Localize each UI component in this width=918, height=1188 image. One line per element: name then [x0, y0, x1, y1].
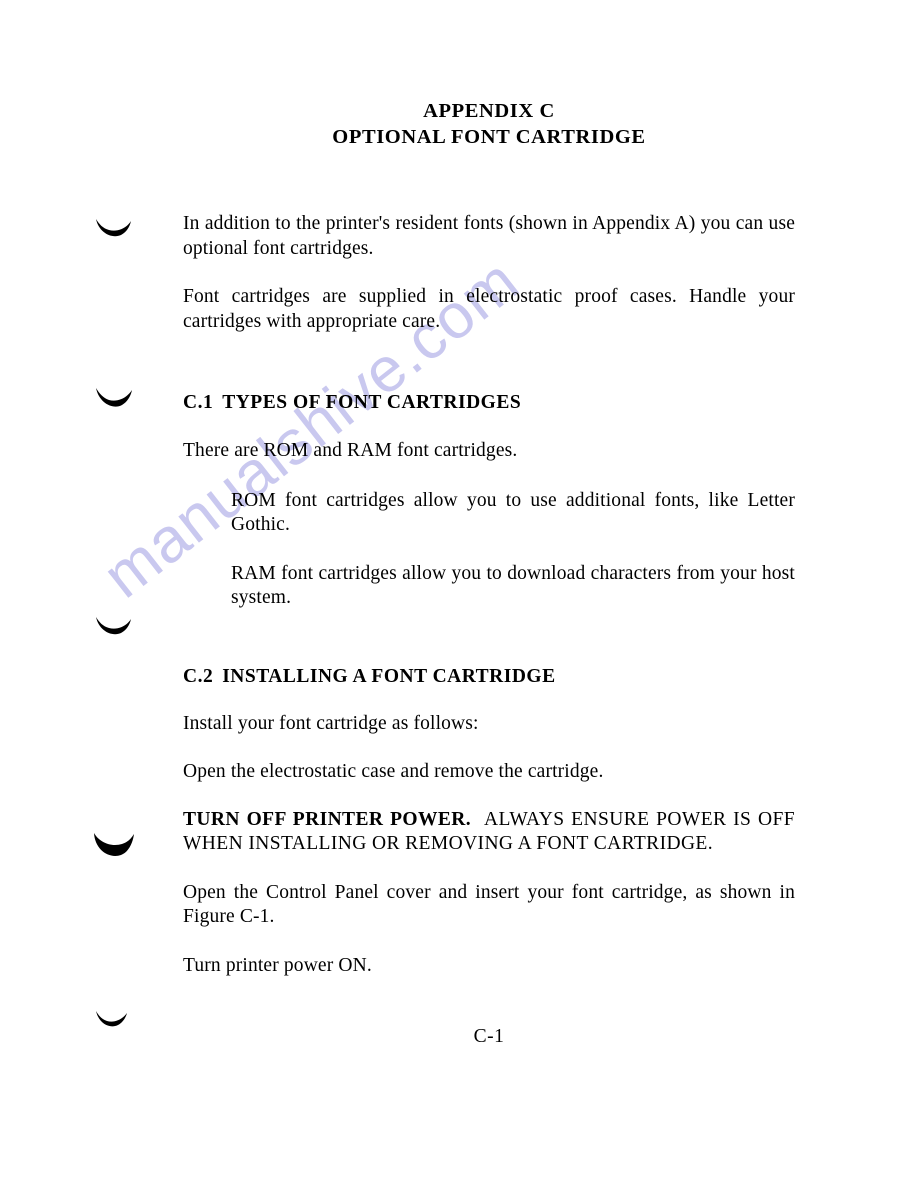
c2-paragraph-4: Turn printer power ON.	[183, 954, 372, 976]
title-line-subject: OPTIONAL FONT CARTRIDGE	[332, 126, 646, 148]
intro-paragraph-1: In addition to the printer's resident fo…	[183, 213, 795, 259]
title-line-appendix: APPENDIX C	[423, 100, 555, 122]
intro-paragraph-2: Font cartridges are supplied in electros…	[183, 286, 795, 332]
c1-bullet-ram: RAM font cartridges allow you to downloa…	[231, 562, 795, 609]
hole-punch-mark-icon	[95, 1007, 129, 1030]
hole-punch-mark-icon	[93, 829, 135, 859]
c2-paragraph-2: Open the electrostatic case and remove t…	[183, 761, 604, 782]
page-title: APPENDIX C OPTIONAL FONT CARTRIDGE	[183, 98, 795, 150]
c1-bullet-rom: ROM font cartridges allow you to use add…	[231, 489, 795, 536]
section-title-c2: INSTALLING A FONT CARTRIDGE	[222, 665, 556, 687]
c1-paragraph-1: There are ROM and RAM font cartridges.	[183, 440, 518, 461]
section-number-c1: C.1	[183, 392, 214, 413]
c2-paragraph-1: Install your font cartridge as follows:	[183, 712, 479, 734]
c2-warning-notice: TURN OFF PRINTER POWER. ALWAYS ENSURE PO…	[183, 808, 795, 857]
c2-paragraph-3: Open the Control Panel cover and insert …	[183, 881, 795, 928]
section-number-c2: C.2	[183, 665, 214, 687]
section-title-c1: TYPES OF FONT CARTRIDGES	[222, 392, 522, 413]
document-body: APPENDIX C OPTIONAL FONT CARTRIDGE In ad…	[183, 0, 795, 1048]
section-heading-c2: C.2 INSTALLING A FONT CARTRIDGE	[183, 665, 795, 689]
hole-punch-mark-icon	[95, 384, 133, 410]
page-number: C-1	[473, 1026, 505, 1047]
document-page: manualshive.com APPENDIX C OPTIONAL FONT…	[0, 0, 918, 1188]
section-heading-c1: C.1 TYPES OF FONT CARTRIDGES	[183, 391, 795, 415]
warning-bold-text: TURN OFF PRINTER POWER.	[183, 808, 472, 830]
hole-punch-mark-icon	[95, 214, 133, 240]
hole-punch-mark-icon	[95, 612, 133, 638]
